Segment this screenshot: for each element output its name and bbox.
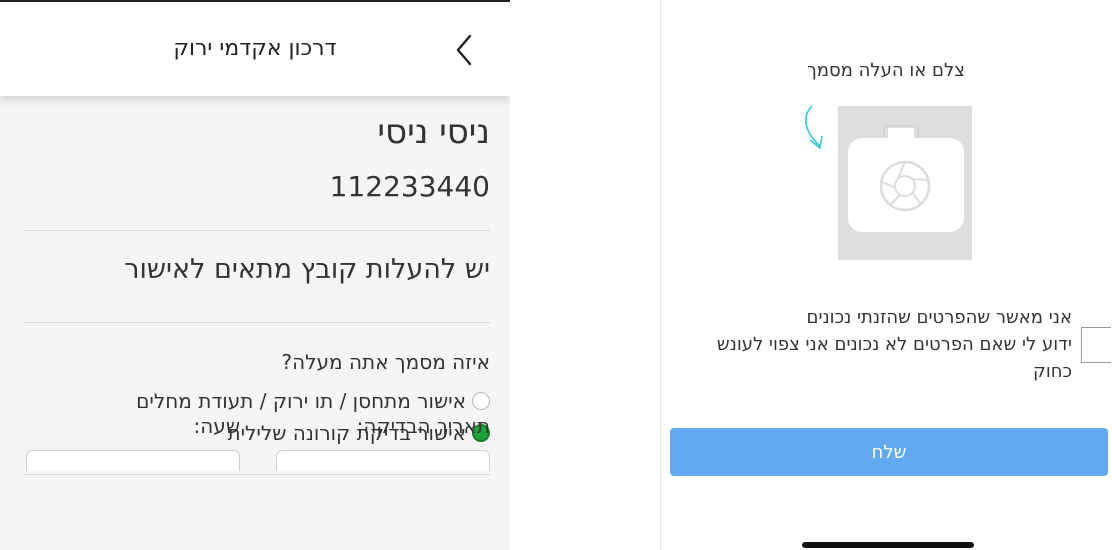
user-name: ניסי ניסי [377, 112, 490, 152]
page-title: דרכון אקדמי ירוק [173, 36, 337, 61]
divider [24, 474, 490, 475]
time-label: שעה: [193, 414, 241, 438]
upload-instruction: יש להעלות קובץ מתאים לאישור [124, 254, 490, 285]
consent-checkbox[interactable] [1081, 327, 1111, 363]
screen-edge [660, 0, 661, 550]
send-button[interactable]: שלח [670, 428, 1108, 476]
rotate-arrow-icon[interactable] [798, 102, 832, 154]
document-question: איזה מסמך אתה מעלה? [281, 350, 490, 374]
upload-title: צלם או העלה מסמך [807, 60, 965, 81]
home-indicator [802, 542, 974, 548]
divider [24, 322, 490, 323]
camera-upload-area[interactable] [838, 106, 972, 260]
user-id-number: 112233440 [329, 170, 490, 203]
time-field[interactable] [26, 450, 240, 471]
test-date-label: תאריך הבדיקה: [356, 414, 490, 438]
camera-icon [848, 125, 964, 232]
right-screen: צלם או העלה מסמך אני מאשר שהפרטים שהזנתי… [660, 0, 1112, 550]
consent-line: אני מאשר שהפרטים שהזנתי נכונים [806, 307, 1073, 328]
chevron-left-icon[interactable] [450, 30, 480, 70]
consent-line: כחוק [1033, 361, 1072, 382]
left-screen: דרכון אקדמי ירוק ניסי ניסי 112233440 יש … [0, 0, 510, 550]
app-header: דרכון אקדמי ירוק [0, 2, 510, 96]
consent-text: אני מאשר שהפרטים שהזנתי נכונים ידוע לי ש… [692, 304, 1072, 385]
option-vaccination-certificate[interactable]: אישור מתחסן / תו ירוק / תעודת מחלים [136, 388, 490, 414]
divider [24, 230, 490, 231]
radio-button[interactable] [472, 392, 490, 410]
option-label: אישור מתחסן / תו ירוק / תעודת מחלים [136, 389, 466, 413]
test-date-field[interactable] [276, 450, 490, 471]
form-content: ניסי ניסי 112233440 יש להעלות קובץ מתאים… [0, 96, 510, 550]
consent-line: ידוע לי שאם הפרטים לא נכונים אני צפוי לע… [716, 334, 1072, 355]
